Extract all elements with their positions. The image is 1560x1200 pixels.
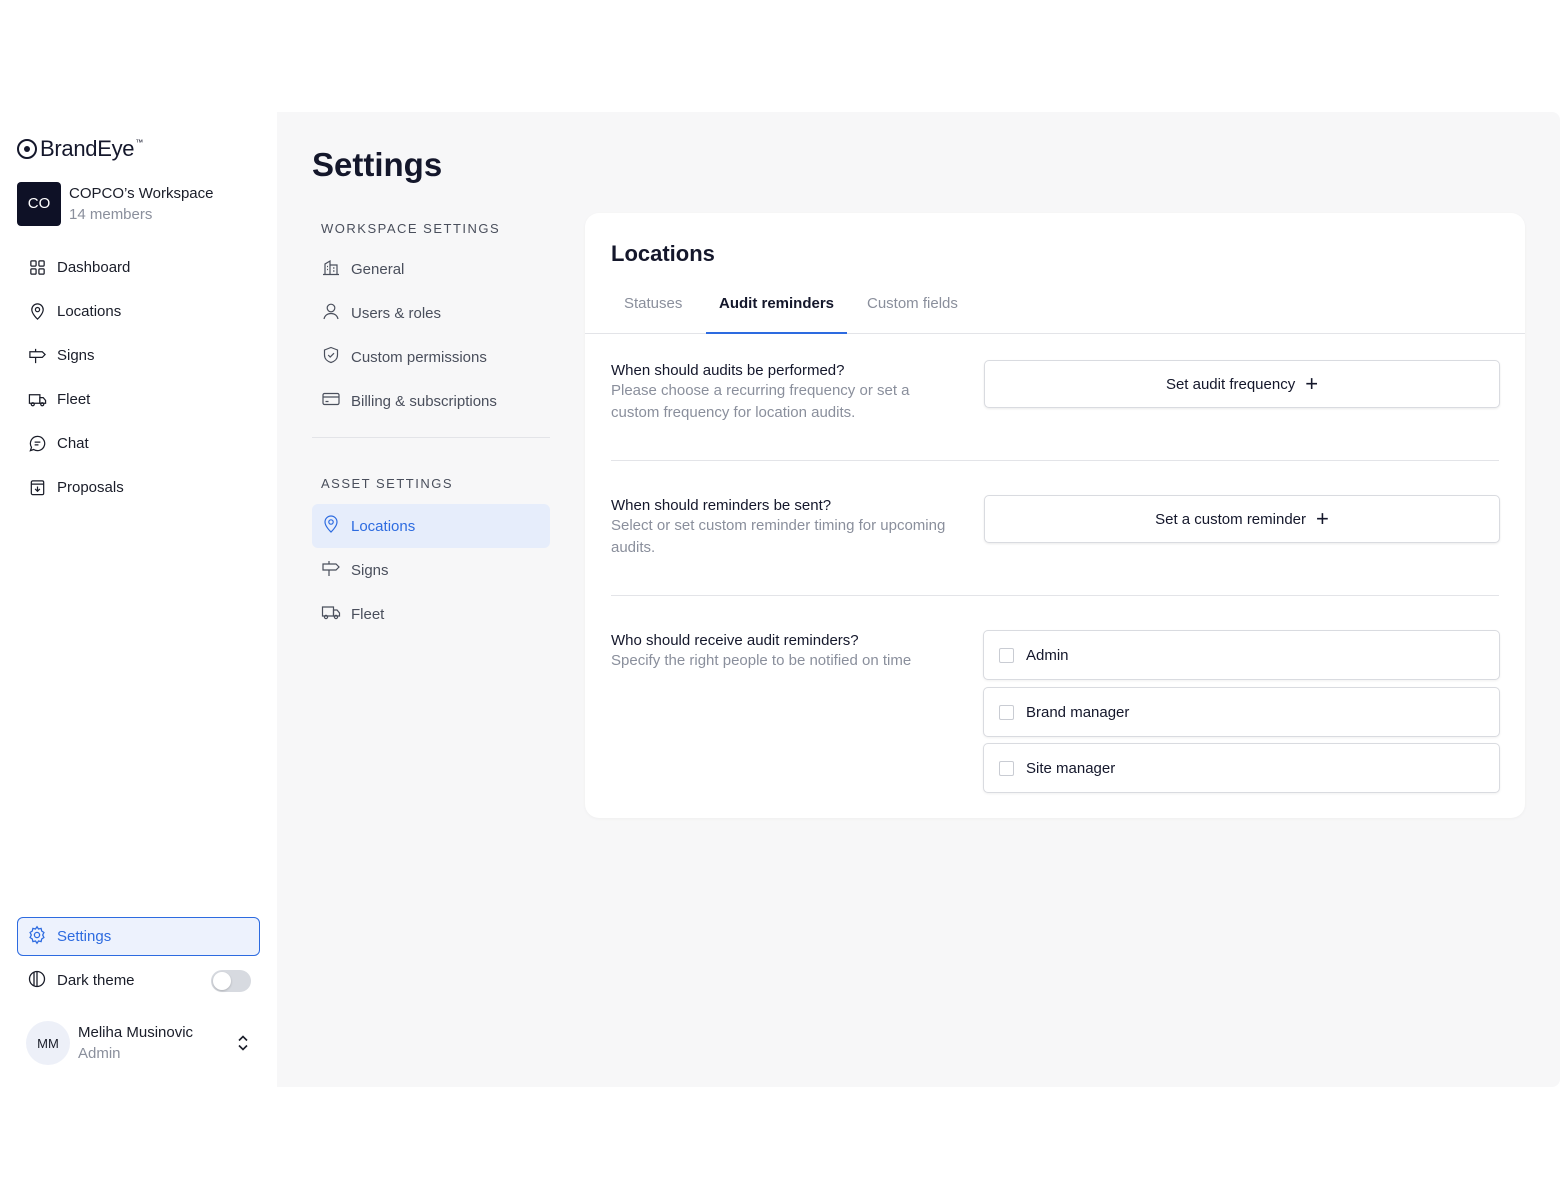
credit-card-icon bbox=[321, 389, 351, 413]
brand-logo[interactable]: BrandEye ™ bbox=[17, 136, 143, 162]
nav-item-label: Locations bbox=[57, 302, 122, 320]
workspace-switcher[interactable]: CO COPCO’s Workspace 14 members bbox=[17, 181, 267, 226]
sub-nav-item-custom-permissions[interactable]: Custom permissions bbox=[312, 335, 550, 379]
recipient-option-site-manager[interactable]: Site manager bbox=[983, 743, 1500, 793]
settings-button[interactable]: Settings bbox=[17, 917, 260, 956]
sub-nav-label: Signs bbox=[351, 561, 389, 579]
shield-icon bbox=[321, 345, 351, 369]
set-custom-reminder-label: Set a custom reminder bbox=[1155, 510, 1307, 528]
nav-item-label: Proposals bbox=[57, 478, 124, 496]
section-divider bbox=[611, 460, 1499, 461]
checkbox[interactable] bbox=[999, 760, 1014, 776]
card-title: Locations bbox=[611, 241, 715, 266]
chat-icon bbox=[27, 433, 47, 453]
sub-nav-item-billing[interactable]: Billing & subscriptions bbox=[312, 379, 550, 423]
section-divider bbox=[611, 595, 1499, 596]
building-icon bbox=[321, 257, 351, 281]
reminder-timing-description: Select or set custom reminder timing for… bbox=[611, 517, 946, 556]
recipient-option-brand-manager[interactable]: Brand manager bbox=[983, 687, 1500, 737]
workspace-avatar: CO bbox=[17, 181, 61, 226]
sub-nav-item-locations[interactable]: Locations bbox=[312, 504, 550, 548]
plus-icon: + bbox=[1316, 506, 1329, 531]
sub-nav-label: Fleet bbox=[351, 605, 385, 623]
signpost-icon bbox=[27, 345, 47, 365]
dashboard-icon bbox=[27, 257, 47, 277]
sidebar: BrandEye ™ CO COPCO’s Workspace 14 membe… bbox=[0, 112, 277, 1087]
sub-nav-item-signs[interactable]: Signs bbox=[312, 548, 550, 592]
dark-theme-label: Dark theme bbox=[57, 972, 135, 989]
recipient-option-label: Admin bbox=[1026, 646, 1069, 664]
sub-nav-label: Custom permissions bbox=[351, 348, 487, 366]
settings-label: Settings bbox=[57, 928, 112, 945]
app-window: BrandEye ™ CO COPCO’s Workspace 14 membe… bbox=[0, 112, 1560, 1087]
page-title: Settings bbox=[312, 146, 443, 183]
audit-frequency-description: Please choose a recurring frequency or s… bbox=[611, 382, 910, 421]
nav-item-fleet[interactable]: Fleet bbox=[17, 377, 260, 421]
tab-bar: Statuses Audit reminders Custom fields bbox=[585, 284, 1525, 334]
signpost-icon bbox=[321, 558, 351, 582]
set-audit-frequency-label: Set audit frequency bbox=[1165, 375, 1296, 393]
reminder-timing-section: When should reminders be sent? Select or… bbox=[611, 495, 1500, 559]
gear-icon bbox=[27, 925, 57, 949]
tab-statuses[interactable]: Statuses bbox=[611, 284, 695, 334]
brand-trademark: ™ bbox=[135, 138, 143, 147]
set-custom-reminder-button[interactable]: Set a custom reminder + bbox=[984, 495, 1500, 543]
nav-item-chat[interactable]: Chat bbox=[17, 421, 260, 465]
sub-nav-divider bbox=[312, 437, 550, 438]
location-pin-icon bbox=[27, 301, 47, 321]
checkbox[interactable] bbox=[999, 704, 1014, 720]
nav-item-signs[interactable]: Signs bbox=[17, 333, 260, 377]
nav-item-label: Chat bbox=[57, 434, 89, 452]
sub-nav-label: Billing & subscriptions bbox=[351, 392, 497, 410]
recipient-option-admin[interactable]: Admin bbox=[983, 630, 1500, 680]
nav-item-dashboard[interactable]: Dashboard bbox=[17, 245, 260, 289]
asset-settings-heading: ASSET SETTINGS bbox=[321, 476, 454, 491]
location-pin-icon bbox=[321, 514, 351, 538]
workspace-members: 14 members bbox=[69, 205, 153, 223]
sub-nav-item-fleet[interactable]: Fleet bbox=[312, 592, 550, 636]
avatar: MM bbox=[26, 1021, 70, 1065]
contrast-icon bbox=[27, 969, 57, 993]
dark-theme-toggle[interactable] bbox=[211, 970, 251, 992]
chevron-up-down-icon[interactable] bbox=[236, 1033, 250, 1053]
sub-nav-item-general[interactable]: General bbox=[312, 247, 550, 291]
user-icon bbox=[321, 301, 351, 325]
main-nav: Dashboard Locations Signs Fleet Chat Pro… bbox=[17, 245, 260, 509]
main-content: Settings WORKSPACE SETTINGS General User… bbox=[277, 112, 1560, 1087]
user-role: Admin bbox=[78, 1045, 121, 1062]
user-menu[interactable]: MM Meliha Musinovic Admin bbox=[26, 1021, 256, 1065]
brand-logo-icon bbox=[17, 139, 37, 159]
nav-item-locations[interactable]: Locations bbox=[17, 289, 260, 333]
tab-audit-reminders[interactable]: Audit reminders bbox=[706, 284, 848, 334]
nav-item-label: Dashboard bbox=[57, 258, 131, 276]
audit-frequency-section: When should audits be performed? Please … bbox=[611, 360, 1500, 424]
checkbox[interactable] bbox=[999, 647, 1014, 663]
recipient-option-label: Site manager bbox=[1026, 759, 1116, 777]
set-audit-frequency-button[interactable]: Set audit frequency + bbox=[984, 360, 1500, 408]
sub-nav-label: General bbox=[351, 260, 405, 278]
reminder-recipients-description: Specify the right people to be notified … bbox=[611, 652, 912, 669]
truck-icon bbox=[27, 389, 47, 409]
recipient-option-label: Brand manager bbox=[1026, 703, 1130, 721]
nav-item-proposals[interactable]: Proposals bbox=[17, 465, 260, 509]
plus-icon: + bbox=[1305, 371, 1319, 396]
settings-sub-nav: WORKSPACE SETTINGS General Users & roles… bbox=[312, 217, 550, 636]
sub-nav-label: Locations bbox=[351, 517, 416, 535]
nav-item-label: Signs bbox=[57, 346, 95, 364]
user-name: Meliha Musinovic bbox=[78, 1024, 194, 1041]
workspace-name: COPCO’s Workspace bbox=[69, 184, 214, 202]
brand-name: BrandEye bbox=[40, 136, 135, 161]
sub-nav-label: Users & roles bbox=[351, 304, 442, 322]
truck-icon bbox=[321, 602, 351, 626]
dark-theme-row: Dark theme bbox=[17, 961, 260, 1000]
proposal-icon bbox=[27, 477, 47, 497]
nav-item-label: Fleet bbox=[57, 390, 91, 408]
reminder-recipients-section: Who should receive audit reminders? Spec… bbox=[611, 630, 1500, 793]
tab-custom-fields[interactable]: Custom fields bbox=[854, 284, 971, 334]
workspace-settings-heading: WORKSPACE SETTINGS bbox=[321, 221, 501, 236]
sub-nav-item-users-roles[interactable]: Users & roles bbox=[312, 291, 550, 335]
locations-settings-card: Locations Statuses Audit reminders Custo… bbox=[585, 213, 1525, 818]
